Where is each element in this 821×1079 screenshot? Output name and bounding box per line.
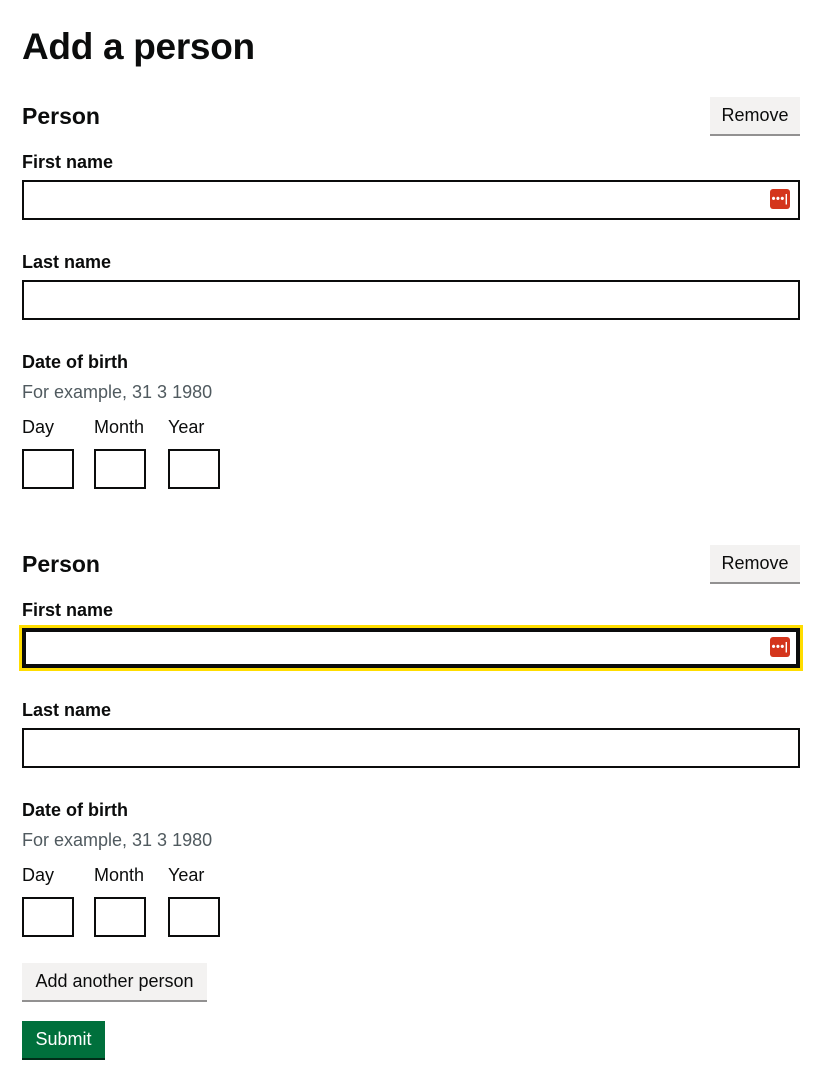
date-of-birth-label: Date of birth [22,352,128,372]
month-label: Month [94,865,145,885]
day-input[interactable] [22,449,74,489]
date-of-birth-label: Date of birth [22,800,128,820]
remove-person-button[interactable]: Remove [710,97,800,134]
year-input[interactable] [168,449,220,489]
password-manager-icon[interactable]: •••| [770,637,790,657]
person-heading: Person [22,103,100,129]
day-input[interactable] [22,897,74,937]
last-name-label: Last name [22,252,112,272]
remove-person-button[interactable]: Remove [710,545,800,582]
person-fieldset-2: Person Remove First name •••| Last name … [22,545,800,937]
page-title: Add a person [22,26,255,67]
add-another-person-button[interactable]: Add another person [22,963,207,1000]
first-name-input[interactable] [22,180,800,220]
last-name-input[interactable] [22,728,800,768]
date-of-birth-hint: For example, 31 3 1980 [22,382,213,402]
first-name-input[interactable] [22,628,800,668]
month-input[interactable] [94,449,146,489]
last-name-input[interactable] [22,280,800,320]
month-label: Month [94,417,145,437]
year-label: Year [168,865,205,885]
year-input[interactable] [168,897,220,937]
first-name-field-wrapper: •••| [22,180,800,220]
first-name-label: First name [22,600,114,620]
first-name-label: First name [22,152,114,172]
password-manager-icon[interactable]: •••| [770,189,790,209]
person-fieldset-1: Person Remove First name •••| Last name … [22,97,800,489]
day-label: Day [22,865,55,885]
month-input[interactable] [94,897,146,937]
date-of-birth-hint: For example, 31 3 1980 [22,830,213,850]
person-heading: Person [22,551,100,577]
day-label: Day [22,417,55,437]
submit-button[interactable]: Submit [22,1021,105,1058]
year-label: Year [168,417,205,437]
first-name-field-wrapper: •••| [22,628,800,668]
last-name-label: Last name [22,700,112,720]
